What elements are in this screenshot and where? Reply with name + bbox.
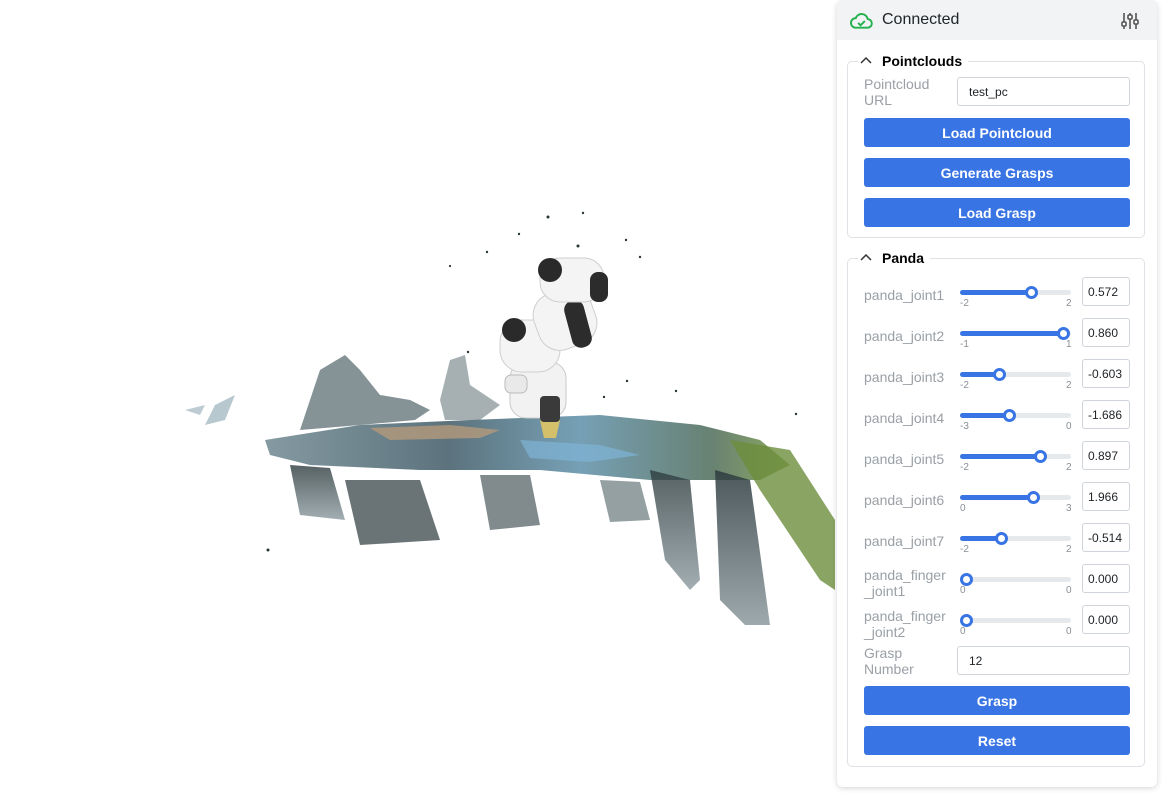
joint-value-input[interactable] [1082,400,1130,429]
joint-value-input[interactable] [1082,482,1130,511]
joint-row: panda_joint6 0 3 [848,482,1144,518]
slider-thumb[interactable] [1026,491,1040,504]
panel-titlebar: Connected [837,1,1157,40]
slider-max-label: 2 [1066,298,1072,309]
joint-label: panda_finger_joint1 [864,567,946,599]
slider-min-label: -3 [960,421,969,432]
slider-max-label: 1 [1066,339,1072,350]
cloud-check-icon [850,13,873,29]
joint-row: panda_finger_joint2 0 0 [848,605,1144,641]
slider-max-label: 2 [1066,544,1072,555]
joint-slider[interactable] [960,409,1071,422]
chevron-up-icon [860,253,872,261]
slider-fill [960,331,1064,336]
joint-slider[interactable] [960,573,1071,586]
joint-slider[interactable] [960,327,1071,340]
joint-slider[interactable] [960,491,1071,504]
slider-thumb[interactable] [1002,409,1016,422]
grasp-number-label: Grasp Number [864,645,914,677]
joint-label: panda_joint7 [864,533,945,549]
joint-value-input[interactable] [1082,441,1130,470]
slider-thumb[interactable] [1025,286,1039,299]
joint-row: panda_joint1 -2 2 [848,277,1144,313]
slider-max-label: 3 [1066,503,1072,514]
slider-min-label: 0 [960,503,966,514]
joint-value-input[interactable] [1082,605,1130,634]
slider-max-label: 0 [1066,626,1072,637]
panda-robot-arm [499,257,608,438]
joint-label: panda_joint2 [864,328,945,344]
pointclouds-folder: Pointclouds Pointcloud URL Load Pointclo… [847,51,1145,238]
connection-status: Connected [882,11,960,28]
slider-max-label: 2 [1066,462,1072,473]
load-pointcloud-button[interactable]: Load Pointcloud [864,118,1130,147]
joint-label: panda_joint5 [864,451,945,467]
slider-thumb[interactable] [992,368,1006,381]
joint-row: panda_joint7 -2 2 [848,523,1144,559]
slider-min-label: -2 [960,544,969,555]
joint-slider[interactable] [960,286,1071,299]
joint-slider[interactable] [960,532,1071,545]
slider-min-label: 0 [960,585,966,596]
slider-min-label: -2 [960,380,969,391]
slider-fill [960,495,1033,500]
slider-max-label: 0 [1066,585,1072,596]
joint-row: panda_joint2 -1 1 [848,318,1144,354]
pointcloud [185,211,835,625]
pointcloud-url-label: Pointcloud URL [864,76,930,108]
joint-value-input[interactable] [1082,564,1130,593]
slider-min-label: 0 [960,626,966,637]
joint-row: panda_joint4 -3 0 [848,400,1144,436]
joint-value-input[interactable] [1082,359,1130,388]
joint-row: panda_finger_joint1 0 0 [848,564,1144,600]
grasp-number-input[interactable] [957,646,1130,675]
slider-fill [960,413,1009,418]
control-panel: Connected Pointclouds Pointcloud URL Loa… [837,1,1157,787]
sliders-icon[interactable] [1120,11,1140,31]
slider-fill [960,454,1041,459]
panda-title: Panda [882,250,925,266]
slider-fill [960,290,1032,295]
pointclouds-folder-header[interactable]: Pointclouds [858,51,969,71]
load-grasp-button[interactable]: Load Grasp [864,198,1130,227]
pointcloud-url-input[interactable] [957,77,1130,106]
joint-slider[interactable] [960,450,1071,463]
panda-folder-header[interactable]: Panda [858,248,931,268]
panda-folder: Panda panda_joint1-22panda_joint2-11pand… [847,248,1145,767]
joint-label: panda_joint3 [864,369,945,385]
slider-thumb[interactable] [995,532,1009,545]
slider-min-label: -2 [960,298,969,309]
slider-thumb[interactable] [1034,450,1048,463]
chevron-up-icon [860,56,872,64]
joint-row: panda_joint5 -2 2 [848,441,1144,477]
joint-value-input[interactable] [1082,523,1130,552]
joint-label: panda_joint1 [864,287,945,303]
joint-label: panda_joint6 [864,492,945,508]
slider-max-label: 2 [1066,380,1072,391]
reset-button[interactable]: Reset [864,726,1130,755]
joint-label: panda_joint4 [864,410,945,426]
slider-max-label: 0 [1066,421,1072,432]
slider-min-label: -2 [960,462,969,473]
joint-row: panda_joint3 -2 2 [848,359,1144,395]
joint-slider[interactable] [960,614,1071,627]
joint-value-input[interactable] [1082,277,1130,306]
joint-slider[interactable] [960,368,1071,381]
joint-label: panda_finger_joint2 [864,608,946,640]
generate-grasps-button[interactable]: Generate Grasps [864,158,1130,187]
grasp-button[interactable]: Grasp [864,686,1130,715]
joint-value-input[interactable] [1082,318,1130,347]
slider-min-label: -1 [960,339,969,350]
pointclouds-title: Pointclouds [882,53,963,69]
